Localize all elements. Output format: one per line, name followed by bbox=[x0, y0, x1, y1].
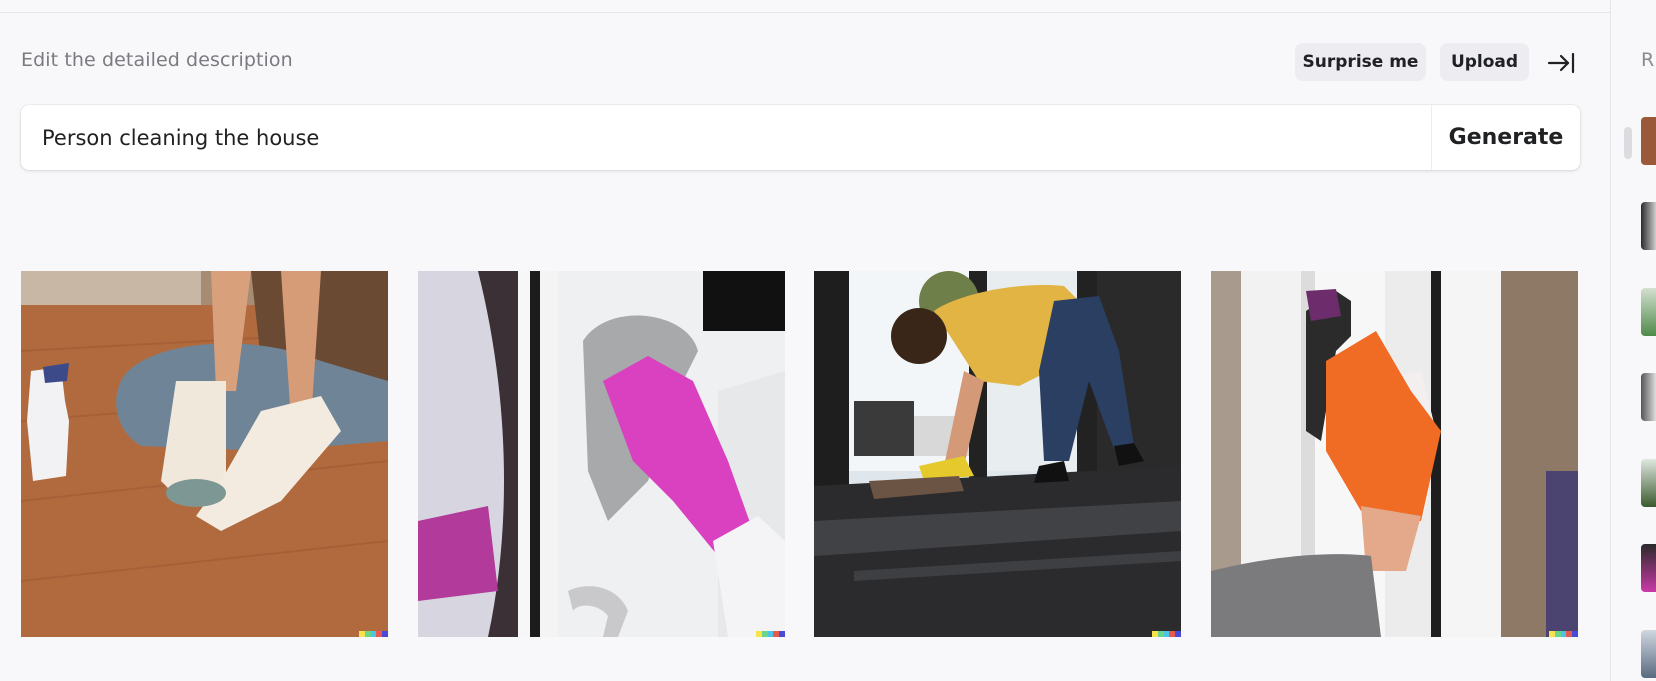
description-label: Edit the detailed description bbox=[21, 49, 293, 71]
history-thumbnail[interactable] bbox=[1641, 288, 1656, 336]
result-image-4[interactable] bbox=[1211, 271, 1578, 637]
watermark-icon bbox=[756, 631, 785, 637]
history-thumbnail[interactable] bbox=[1641, 117, 1656, 165]
history-thumbnail[interactable] bbox=[1641, 459, 1656, 507]
surprise-me-button[interactable]: Surprise me bbox=[1295, 43, 1426, 81]
watermark-icon bbox=[359, 631, 388, 637]
result-image-1[interactable] bbox=[21, 271, 388, 637]
main-panel: Edit the detailed description Surprise m… bbox=[0, 0, 1610, 681]
history-thumbnail[interactable] bbox=[1641, 630, 1656, 678]
sidebar-scrollbar[interactable] bbox=[1624, 127, 1632, 159]
result-image-3[interactable] bbox=[814, 271, 1181, 637]
history-sidebar: R bbox=[1610, 0, 1656, 681]
top-divider bbox=[0, 12, 1610, 13]
watermark-icon bbox=[1549, 631, 1578, 637]
history-thumbnail[interactable] bbox=[1641, 202, 1656, 250]
collapse-to-right-icon[interactable] bbox=[1546, 48, 1576, 78]
result-image-2[interactable] bbox=[418, 271, 785, 637]
watermark-icon bbox=[1152, 631, 1181, 637]
prompt-box: Generate bbox=[21, 105, 1580, 170]
prompt-input[interactable] bbox=[21, 105, 1431, 170]
sidebar-title: R bbox=[1641, 49, 1655, 71]
history-thumbnail[interactable] bbox=[1641, 373, 1656, 421]
generate-button[interactable]: Generate bbox=[1431, 105, 1580, 170]
upload-button[interactable]: Upload bbox=[1440, 43, 1529, 81]
history-thumbnail[interactable] bbox=[1641, 544, 1656, 592]
